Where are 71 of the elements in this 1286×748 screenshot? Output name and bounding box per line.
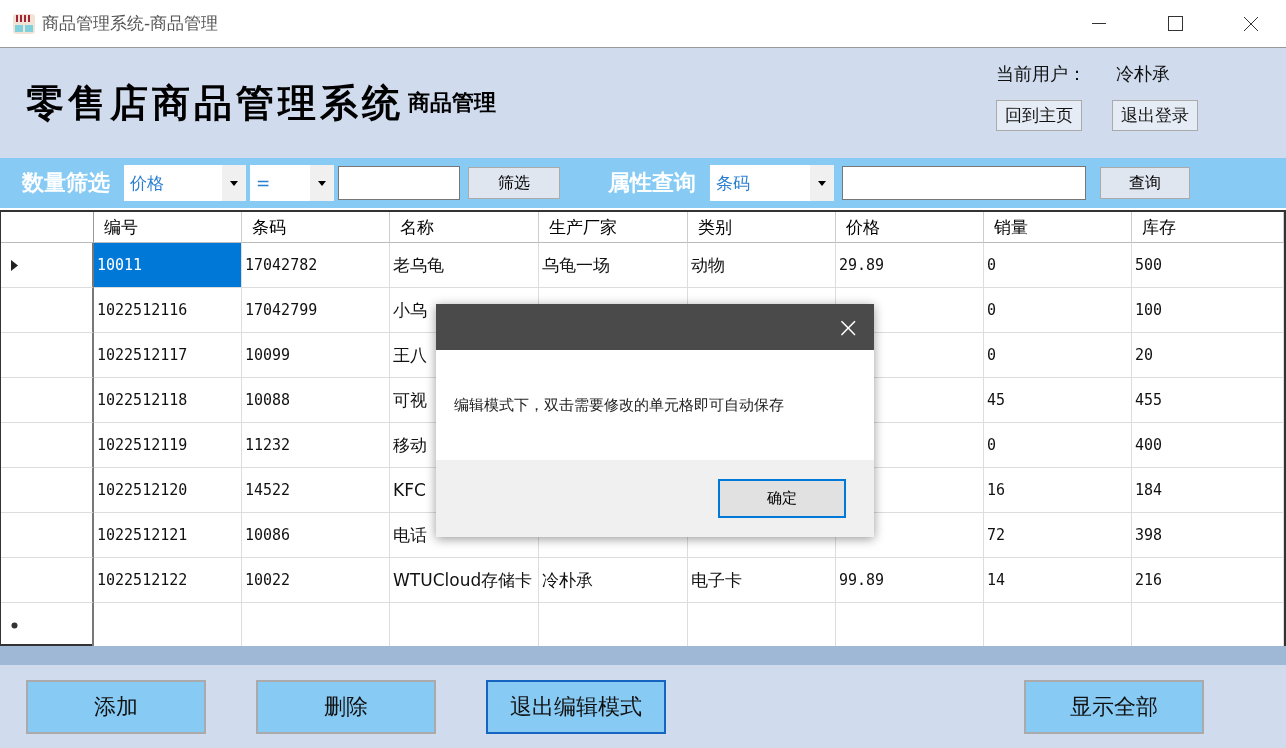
table-cell: 0 — [984, 243, 1132, 288]
table-cell: 10022 — [242, 558, 390, 603]
action-button[interactable]: 显示全部 — [1024, 679, 1204, 734]
table-cell: 184 — [1132, 468, 1284, 513]
window-title: 商品管理系统-商品管理 — [42, 12, 220, 35]
table-cell: 400 — [1132, 423, 1284, 468]
table-cell: 1022512117 — [94, 333, 242, 378]
table-cell: 500 — [1132, 243, 1284, 288]
caret-icon — [318, 180, 326, 186]
current-row-icon — [11, 259, 18, 271]
table-cell: 45 — [984, 378, 1132, 423]
table-cell: 0 — [984, 333, 1132, 378]
caret-icon — [230, 180, 238, 186]
query-label: 属性查询 — [608, 169, 696, 197]
close-button[interactable]: × — [836, 310, 860, 344]
table-cell: 29.89 — [836, 243, 984, 288]
table-cell: 455 — [1132, 378, 1284, 423]
page-subtitle: 商品管理 — [408, 88, 496, 117]
table-cell: 10011 — [94, 243, 242, 288]
table-cell: 100 — [1132, 288, 1284, 333]
table-cell: WTUCloud存储卡 — [390, 558, 539, 603]
action-button[interactable]: 删除 — [256, 679, 436, 734]
new-row-icon — [11, 621, 18, 629]
table-cell: 99.89 — [836, 558, 984, 603]
table-cell: 1022512122 — [94, 558, 242, 603]
header-button[interactable]: 回到主页 — [996, 99, 1082, 131]
table-cell: 72 — [984, 513, 1132, 558]
ok-button[interactable]: 确定 — [718, 479, 846, 518]
table-cell: 1022512121 — [94, 513, 242, 558]
table-cell: 14522 — [242, 468, 390, 513]
app-icon — [12, 11, 36, 36]
table-cell: 0 — [984, 423, 1132, 468]
table-cell: 电子卡 — [688, 558, 836, 603]
maximize-icon[interactable] — [1167, 16, 1183, 31]
minimize-icon[interactable] — [1092, 22, 1106, 25]
table-cell: 冷朴承 — [539, 558, 688, 603]
action-button[interactable]: 添加 — [26, 679, 206, 734]
filter-button[interactable]: 筛选 — [468, 167, 560, 199]
table-cell: 10086 — [242, 513, 390, 558]
table-cell: 1022512116 — [94, 288, 242, 333]
value-input[interactable] — [338, 166, 460, 200]
table-cell: 20 — [1132, 333, 1284, 378]
table-cell: 1022512118 — [94, 378, 242, 423]
field-dropdown[interactable]: 价格 — [124, 165, 246, 201]
query-input[interactable] — [842, 166, 1086, 200]
table-cell: 0 — [984, 288, 1132, 333]
operator-dropdown[interactable]: = — [250, 165, 334, 201]
caret-icon — [818, 180, 826, 186]
table-cell: 1022512120 — [94, 468, 242, 513]
table-cell: 17042799 — [242, 288, 390, 333]
table-cell: 17042782 — [242, 243, 390, 288]
query-button[interactable]: 查询 — [1100, 167, 1190, 199]
user-name: 冷朴承 — [1116, 61, 1170, 86]
action-button[interactable]: 退出编辑模式 — [486, 679, 666, 734]
user-label: 当前用户： — [996, 61, 1086, 86]
table-cell: 老乌龟 — [390, 243, 539, 288]
table-cell: 14 — [984, 558, 1132, 603]
close-icon[interactable] — [1243, 15, 1259, 32]
table-cell: 398 — [1132, 513, 1284, 558]
table-cell: 16 — [984, 468, 1132, 513]
filter-label: 数量筛选 — [22, 169, 110, 197]
table-cell: 乌龟一场 — [539, 243, 688, 288]
table-cell: 11232 — [242, 423, 390, 468]
table-cell: 动物 — [688, 243, 836, 288]
table-cell: 216 — [1132, 558, 1284, 603]
attribute-dropdown[interactable]: 条码 — [710, 165, 834, 201]
table-cell: 10099 — [242, 333, 390, 378]
app-title: 零售店商品管理系统 — [26, 78, 404, 127]
table-cell: 10088 — [242, 378, 390, 423]
header-button[interactable]: 退出登录 — [1112, 99, 1198, 131]
table-cell: 1022512119 — [94, 423, 242, 468]
